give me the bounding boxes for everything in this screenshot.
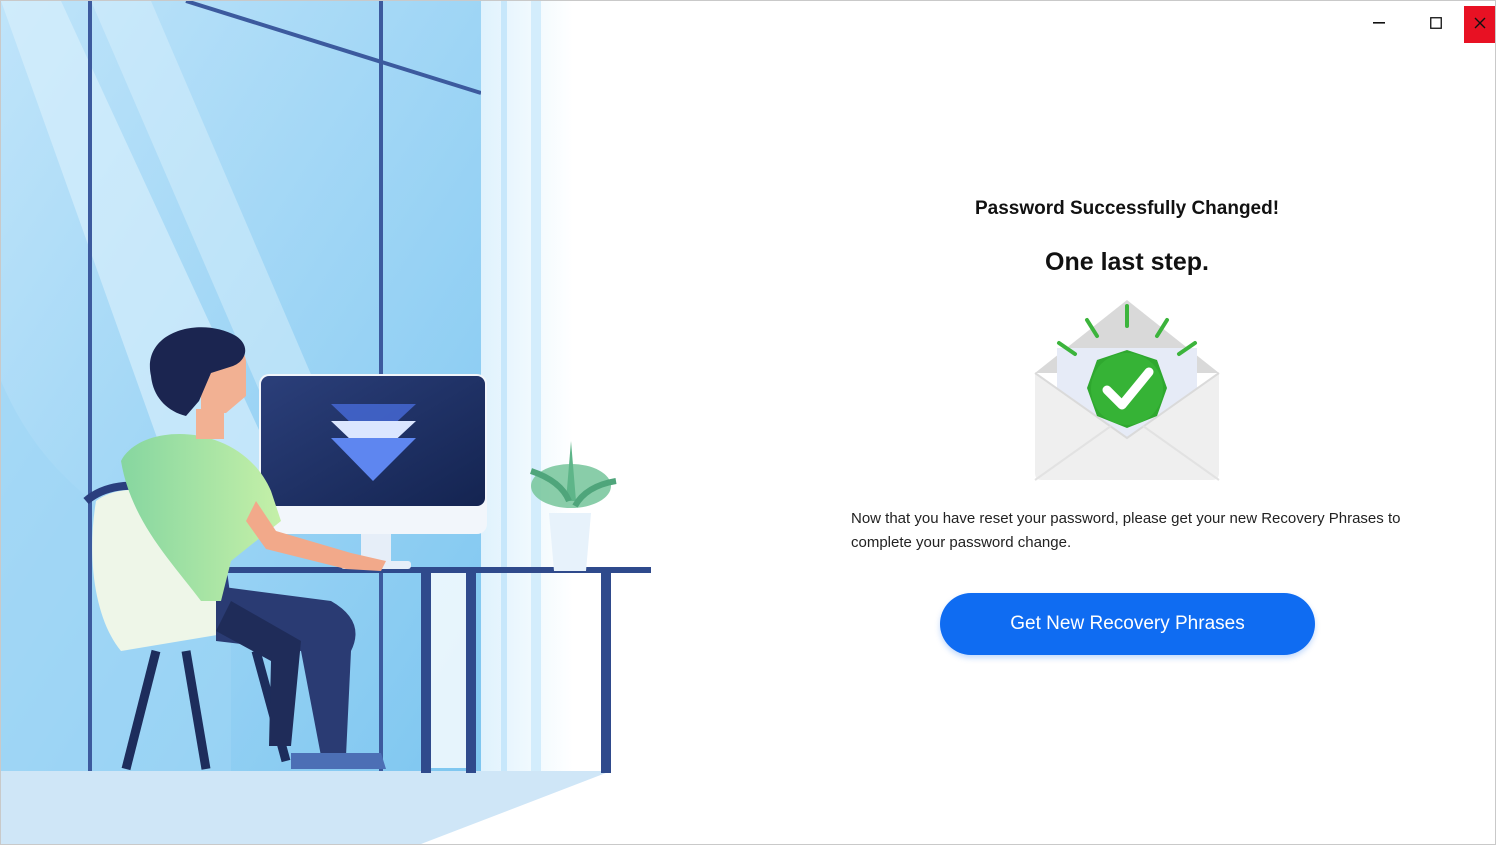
close-icon — [1474, 16, 1486, 34]
office-scene-illustration — [1, 1, 651, 844]
close-button[interactable] — [1464, 6, 1495, 43]
success-subtitle: Password Successfully Changed! — [974, 198, 1280, 219]
envelope-checkmark-icon — [1031, 298, 1223, 484]
hero-illustration — [1, 1, 661, 844]
maximize-icon — [1429, 16, 1442, 34]
app-window: Password Successfully Changed! One last … — [0, 0, 1496, 845]
page-title: One last step. — [1045, 248, 1209, 276]
get-new-recovery-phrases-button[interactable]: Get New Recovery Phrases — [940, 593, 1315, 655]
maximize-button[interactable] — [1407, 6, 1464, 43]
recovery-content-panel: Password Successfully Changed! One last … — [851, 1, 1403, 844]
instruction-text: Now that you have reset your password, p… — [851, 510, 1401, 551]
